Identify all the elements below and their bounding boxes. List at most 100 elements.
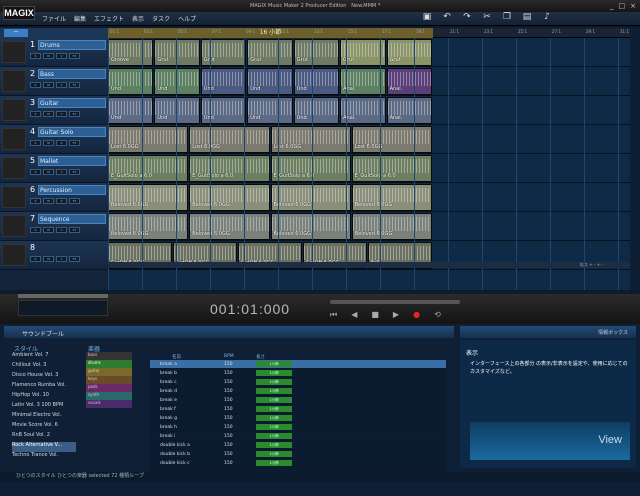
loop-row[interactable]: break h 150 1小節 [150, 423, 446, 432]
solo-button[interactable]: S [30, 53, 41, 59]
audio-clip[interactable]: Und [154, 97, 200, 124]
track-8[interactable]: 8 S M V FX [0, 241, 108, 270]
loop-row[interactable]: break g 150 1小節 [150, 414, 446, 423]
audio-clip[interactable]: Und [108, 68, 154, 95]
record-icon[interactable]: ● [413, 310, 420, 320]
audio-clip[interactable]: Und [200, 97, 247, 124]
audio-clip[interactable]: Grut [386, 39, 432, 66]
solo-button[interactable]: S [30, 111, 41, 117]
paste-icon[interactable]: ▤ [522, 12, 532, 22]
solo-button[interactable]: S [30, 140, 41, 146]
audio-clip[interactable]: Lost 6.0GG [189, 126, 270, 153]
track-5[interactable]: 5 Mallet S M V FX [0, 154, 108, 183]
solo-button[interactable]: S [30, 227, 41, 233]
style-list[interactable]: Ambient Vol. 7 Chillout Vol. 3 Disco House… [12, 352, 76, 472]
volume-button[interactable]: V [56, 140, 67, 146]
loop-slider[interactable] [18, 294, 108, 298]
loop-row[interactable]: break f 150 1小節 [150, 405, 446, 414]
menu-edit[interactable]: 編集 [74, 14, 86, 23]
style-item[interactable]: Techno Trance Vol. [12, 452, 76, 462]
volume-button[interactable]: V [56, 169, 67, 175]
instrument-item[interactable]: drums [86, 360, 132, 368]
loop-row[interactable]: double kick a 150 1小節 [150, 441, 446, 450]
solo-button[interactable]: S [30, 82, 41, 88]
audio-clip[interactable]: Grut [200, 39, 247, 66]
loop-row[interactable]: break e 150 1小節 [150, 396, 446, 405]
loop-row[interactable]: double kick c 150 1小節 [150, 459, 446, 468]
arranger[interactable]: 16 小節 01:1 03:1 05:1 07:1 09:1 11:1 13:1 15:1 17… [108, 28, 630, 290]
loop-row[interactable]: break d 150 1小節 [150, 387, 446, 396]
position-slider[interactable] [330, 300, 460, 304]
lane-5[interactable]: E_GuitSolo a 6.0 E_GuitSolo a 6.0 E_GuitSo… [108, 154, 630, 183]
cut-icon[interactable]: ✂ [482, 12, 492, 22]
instrument-item[interactable]: pads [86, 384, 132, 392]
loop-row[interactable]: break a 150 1小節 [150, 360, 446, 369]
style-item[interactable]: Chillout Vol. 3 [12, 362, 76, 372]
audio-clip[interactable]: Beloved 6.0GG [270, 184, 351, 211]
track-2[interactable]: 2 Bass S M V FX [0, 67, 108, 96]
style-item[interactable]: Rock Alternative V... [12, 442, 76, 452]
save-icon[interactable]: ▣ [422, 12, 432, 22]
menu-tasks[interactable]: タスク [152, 14, 170, 23]
mute-button[interactable]: M [43, 140, 54, 146]
audio-clip[interactable]: Lost 6.0GG [351, 126, 432, 153]
lane-4[interactable]: Lost 6.0GG Lost 6.0GG Lost 6.0GG Lost 6.0GG [108, 125, 630, 154]
mute-button[interactable]: M [43, 169, 54, 175]
instrument-item[interactable]: bass [86, 352, 132, 360]
menu-view[interactable]: 表示 [132, 14, 144, 23]
audio-clip[interactable]: Beloved 6.0GG [351, 184, 432, 211]
audio-clip[interactable]: Beloved 6.0GG [189, 213, 270, 240]
audio-clip[interactable]: Und [247, 68, 293, 95]
style-item[interactable]: Minimal Electro Vol. [12, 412, 76, 422]
audio-clip[interactable]: Beloved 6.0GG [189, 184, 270, 211]
col-bpm[interactable]: BPM [224, 354, 234, 359]
audio-clip[interactable]: E_GuitSolo a 6.0 [189, 155, 270, 182]
loop-list[interactable]: break a 150 1小節 break b 150 1小節 break c 150 1小節 b… [150, 360, 446, 476]
loop-row[interactable]: double kick b 150 1小節 [150, 450, 446, 459]
mute-button[interactable]: M [43, 198, 54, 204]
instrument-item[interactable]: synth [86, 392, 132, 400]
fx-button[interactable]: FX [69, 198, 80, 204]
mute-button[interactable]: M [43, 82, 54, 88]
solo-button[interactable]: S [30, 198, 41, 204]
audio-clip[interactable]: Grut [154, 39, 200, 66]
timeline-ruler[interactable]: 16 小節 01:1 03:1 05:1 07:1 09:1 11:1 13:1 15:1 17… [108, 28, 630, 38]
maximize-icon[interactable]: □ [619, 2, 626, 10]
minimize-icon[interactable]: _ [610, 2, 614, 10]
fx-button[interactable]: FX [69, 227, 80, 233]
solo-button[interactable]: S [30, 256, 41, 262]
mute-button[interactable]: M [43, 111, 54, 117]
audio-clip[interactable]: Und [247, 97, 293, 124]
solo-button[interactable]: S [30, 169, 41, 175]
menu-help[interactable]: ヘルプ [178, 14, 196, 23]
audio-clip[interactable]: E_GuitSolo a 6.0 [270, 155, 351, 182]
style-item[interactable]: Ambient Vol. 7 [12, 352, 76, 362]
style-item[interactable]: RnB Soul Vol. 2 [12, 432, 76, 442]
audio-clip[interactable]: Lost 6.0GG [270, 126, 351, 153]
track-6[interactable]: 6 Percussion S M V FX [0, 183, 108, 212]
audio-clip[interactable]: Und [108, 97, 154, 124]
fx-button[interactable]: FX [69, 140, 80, 146]
audio-clip[interactable]: E_GuitSolo a 6.0 [351, 155, 432, 182]
track-1[interactable]: 1 Drums S M V FX [0, 38, 108, 67]
fx-button[interactable]: FX [69, 53, 80, 59]
overview-minimap[interactable] [18, 300, 108, 316]
fx-button[interactable]: FX [69, 82, 80, 88]
audio-clip[interactable]: Anal. [386, 97, 432, 124]
mute-button[interactable]: M [43, 53, 54, 59]
view-button[interactable]: View [470, 422, 630, 460]
vertical-scrollbar[interactable] [630, 28, 640, 290]
menu-effects[interactable]: エフェクト [94, 14, 124, 23]
style-item[interactable]: Flamenco Rumba Vol. [12, 382, 76, 392]
audio-clip[interactable]: Grut [247, 39, 293, 66]
horizontal-scrollbar[interactable] [108, 262, 630, 268]
mute-button[interactable]: M [43, 227, 54, 233]
audio-clip[interactable]: Anal. [386, 68, 432, 95]
track-4[interactable]: 4 Guitar Solo S M V FX [0, 125, 108, 154]
loop-icon[interactable]: ⟲ [434, 310, 441, 320]
audio-clip[interactable]: Grut [293, 39, 340, 66]
rewind-icon[interactable]: ◀ [351, 310, 357, 320]
menu-file[interactable]: ファイル [42, 14, 66, 23]
audio-clip[interactable]: Und [293, 68, 340, 95]
stop-icon[interactable]: ■ [371, 310, 379, 320]
